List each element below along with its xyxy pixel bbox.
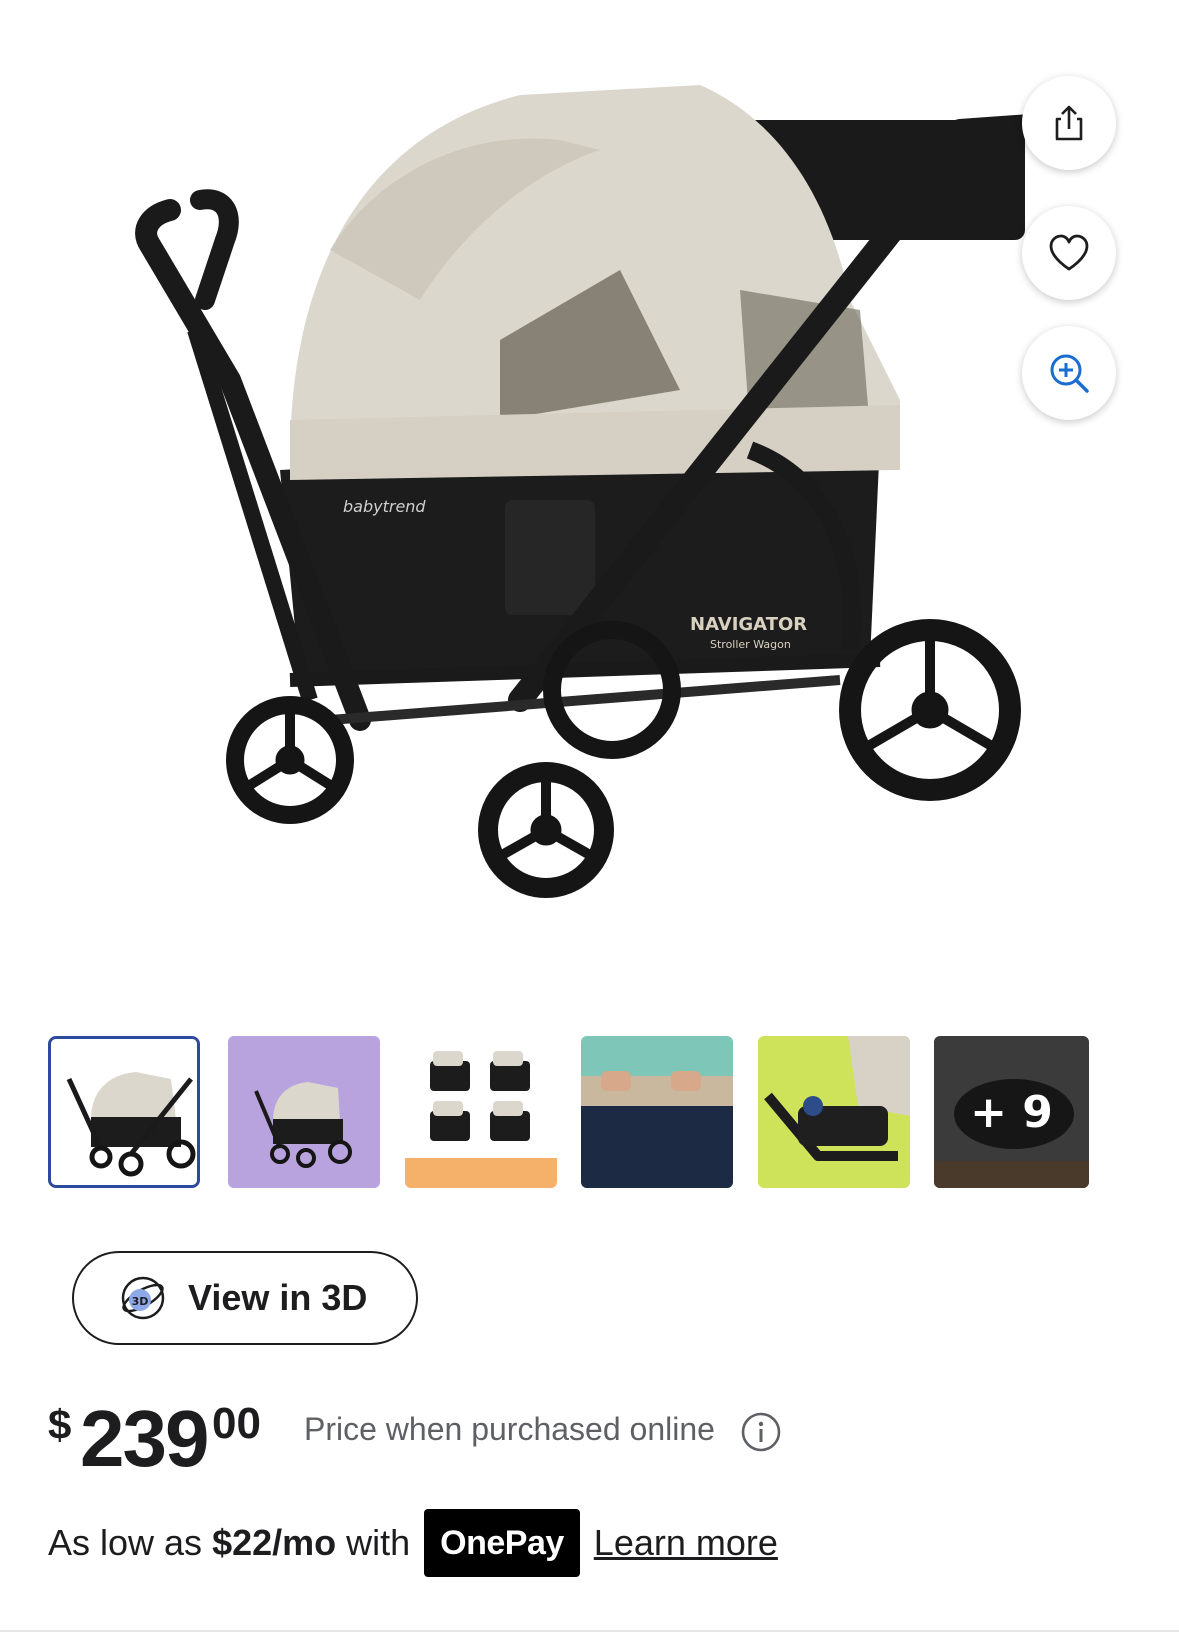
3d-icon: 3D xyxy=(121,1276,165,1320)
learn-more-link[interactable]: Learn more xyxy=(594,1522,778,1564)
onepay-logo: OnePay xyxy=(424,1509,580,1577)
share-icon xyxy=(1055,105,1083,141)
price-whole: 239 xyxy=(80,1394,209,1483)
installment-offer: As low as $22/mo with OnePay Learn more xyxy=(48,1508,778,1578)
info-icon[interactable] xyxy=(740,1411,782,1453)
view-in-3d-button[interactable]: 3D View in 3D xyxy=(72,1251,418,1345)
price-currency: $ xyxy=(48,1401,72,1448)
logo-lettering: NAVIGATOR xyxy=(690,614,807,635)
thumbnail-2[interactable] xyxy=(228,1036,380,1188)
thumbnail-more[interactable]: + 9 xyxy=(934,1036,1089,1188)
installment-with: with xyxy=(346,1522,411,1563)
price-cents: 00 xyxy=(212,1399,261,1448)
svg-text:3D: 3D xyxy=(132,1295,149,1308)
view-in-3d-label: View in 3D xyxy=(188,1277,368,1318)
thumbnail-3[interactable] xyxy=(405,1036,557,1188)
favorite-button[interactable] xyxy=(1022,206,1116,300)
product-image[interactable]: babytrend NAVIGATOR Stroller Wagon xyxy=(0,0,1179,990)
divider xyxy=(0,1630,1179,1632)
heart-icon xyxy=(1049,234,1089,271)
zoom-in-icon xyxy=(1050,354,1089,393)
thumbnail-1[interactable] xyxy=(48,1036,200,1188)
share-button[interactable] xyxy=(1022,76,1116,170)
zoom-button[interactable] xyxy=(1022,326,1116,420)
more-images-count: + 9 xyxy=(970,1086,1053,1138)
thumbnail-4[interactable] xyxy=(581,1036,733,1188)
brand-lettering: babytrend xyxy=(343,497,426,516)
thumbnail-5[interactable] xyxy=(758,1036,910,1188)
installment-prefix: As low as xyxy=(48,1522,203,1563)
installment-amount: $22/mo xyxy=(212,1522,337,1563)
price-note: Price when purchased online xyxy=(304,1411,715,1447)
stroller-wagon-illustration: babytrend NAVIGATOR Stroller Wagon xyxy=(135,85,1041,898)
logo-sub-lettering: Stroller Wagon xyxy=(710,638,791,651)
